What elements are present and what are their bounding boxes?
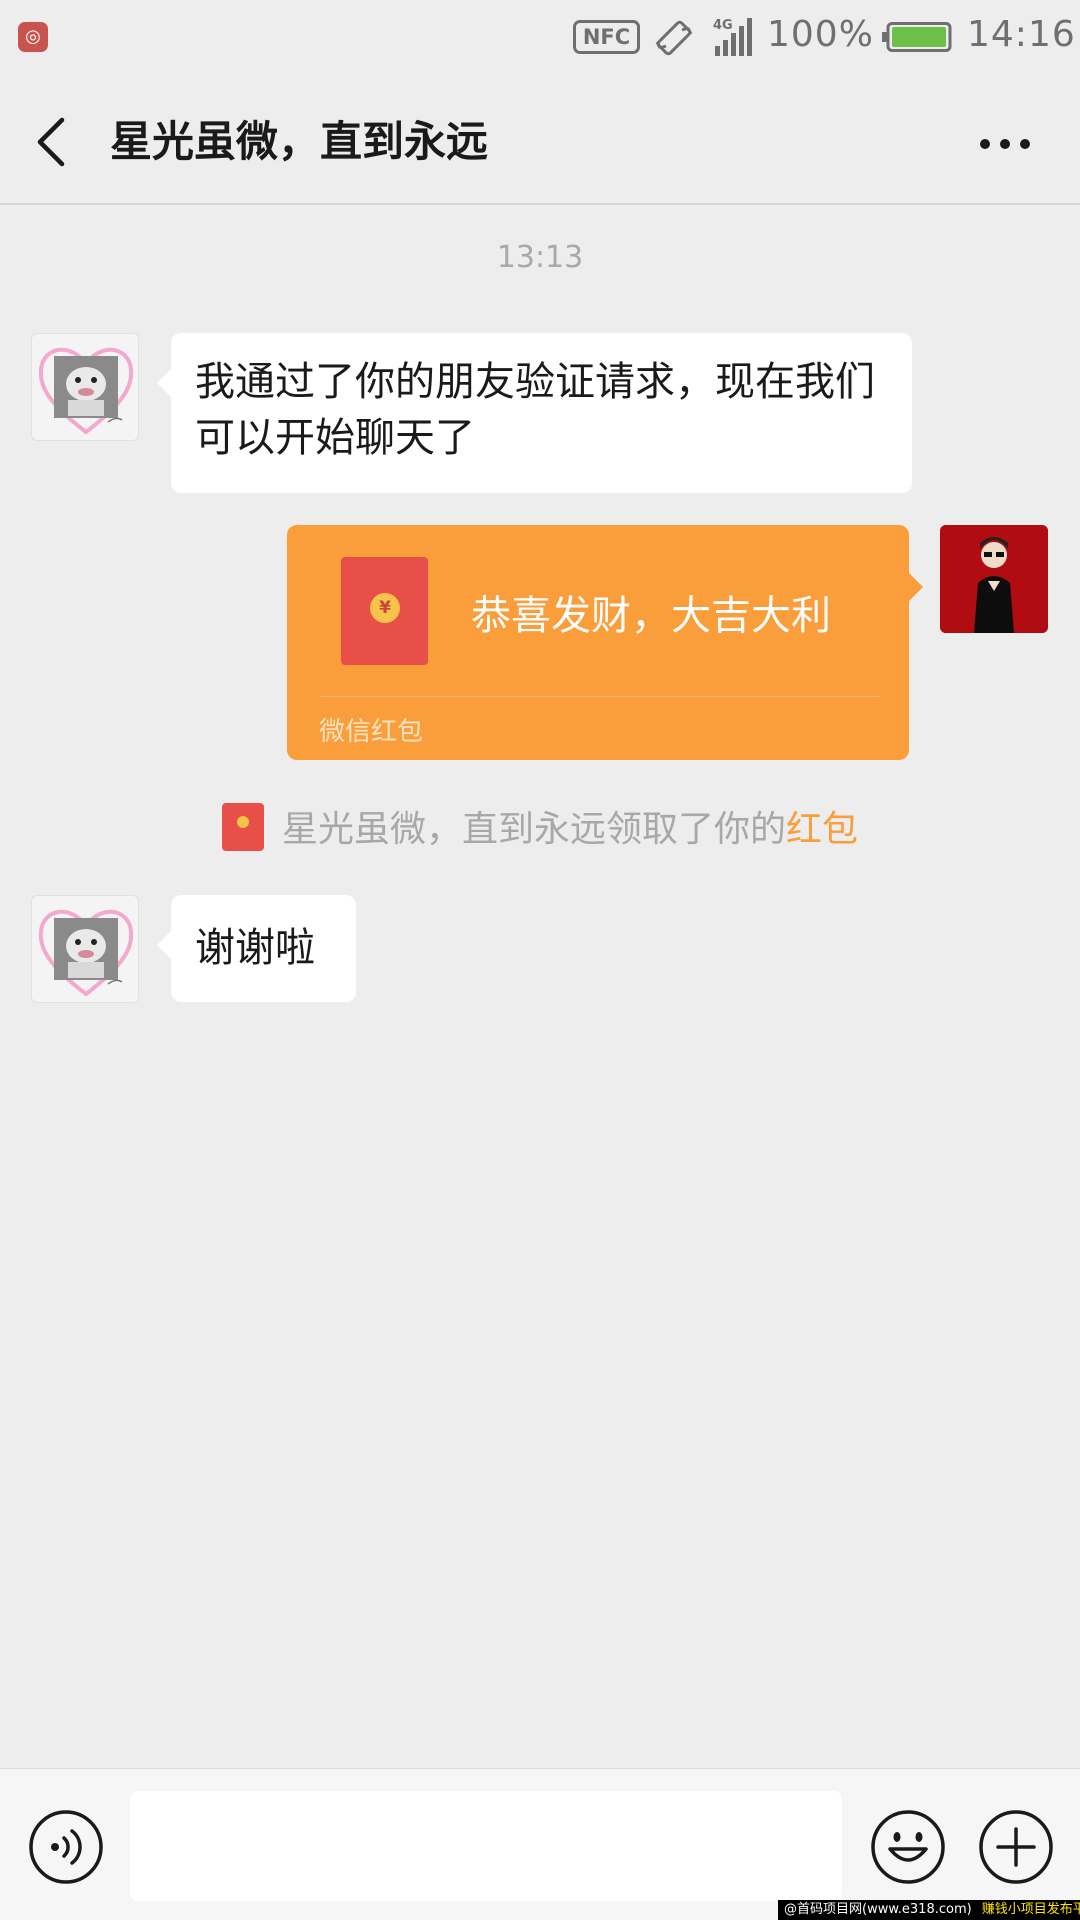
contact-avatar[interactable] — [31, 333, 139, 441]
chevron-left-icon[interactable] — [30, 114, 80, 170]
app-notification-icon: ◎ — [18, 22, 48, 52]
red-envelope-icon: ¥ — [341, 557, 428, 665]
watermark-slogan: 赚钱小项目发布平台 — [977, 1900, 1080, 1920]
more-dots-icon[interactable] — [975, 124, 1035, 164]
emoji-icon[interactable] — [870, 1809, 946, 1885]
system-notice: 星光虽微，直到永远领取了你的红包 — [0, 800, 1080, 855]
red-packet-title: 恭喜发财，大吉大利 — [471, 593, 831, 639]
network-type-label: 4G — [713, 18, 733, 33]
plus-icon[interactable] — [978, 1809, 1054, 1885]
watermark-site: @首码项目网(www.e318.com) — [778, 1900, 978, 1920]
nfc-badge: NFC — [573, 20, 640, 54]
message-input[interactable] — [130, 1791, 842, 1901]
watermark: @首码项目网(www.e318.com)赚钱小项目发布平台 — [778, 1900, 1080, 1920]
voice-icon[interactable] — [28, 1809, 104, 1885]
auto-rotate-icon — [655, 20, 693, 56]
message-text: 谢谢啦 — [195, 925, 315, 971]
red-envelope-icon — [221, 803, 264, 851]
chat-header: 星光虽微，直到永远 — [0, 74, 1080, 205]
avatar-image-icon — [38, 909, 134, 997]
red-packet-divider — [319, 696, 881, 697]
avatar-image-icon — [38, 347, 134, 435]
system-notice-text: 星光虽微，直到永远领取了你的 — [281, 809, 786, 850]
battery-percent: 100% — [767, 14, 874, 55]
red-packet-footer: 微信红包 — [319, 717, 424, 747]
chat-input-bar — [0, 1768, 1080, 1920]
status-clock: 14:16 — [967, 14, 1076, 55]
red-packet-link[interactable]: 红包 — [786, 809, 858, 850]
message-bubble-incoming[interactable]: 谢谢啦 — [157, 895, 356, 1002]
red-packet-message[interactable]: ¥ 恭喜发财，大吉大利 微信红包 — [287, 525, 923, 760]
avatar-image-icon — [940, 525, 1048, 633]
message-text: 我通过了你的朋友验证请求，现在我们可以开始聊天了 — [195, 359, 875, 461]
cellular-signal-icon: 4G — [713, 18, 752, 56]
message-timestamp: 13:13 — [496, 240, 584, 275]
chat-title: 星光虽微，直到永远 — [110, 117, 489, 166]
contact-avatar[interactable] — [31, 895, 139, 1003]
message-bubble-incoming[interactable]: 我通过了你的朋友验证请求，现在我们可以开始聊天了 — [157, 333, 912, 493]
my-avatar[interactable] — [940, 525, 1048, 633]
status-bar: ◎ NFC 4G 100% 14:16 — [0, 0, 1080, 74]
yuan-coin-icon: ¥ — [370, 593, 400, 623]
battery-icon — [882, 22, 952, 52]
